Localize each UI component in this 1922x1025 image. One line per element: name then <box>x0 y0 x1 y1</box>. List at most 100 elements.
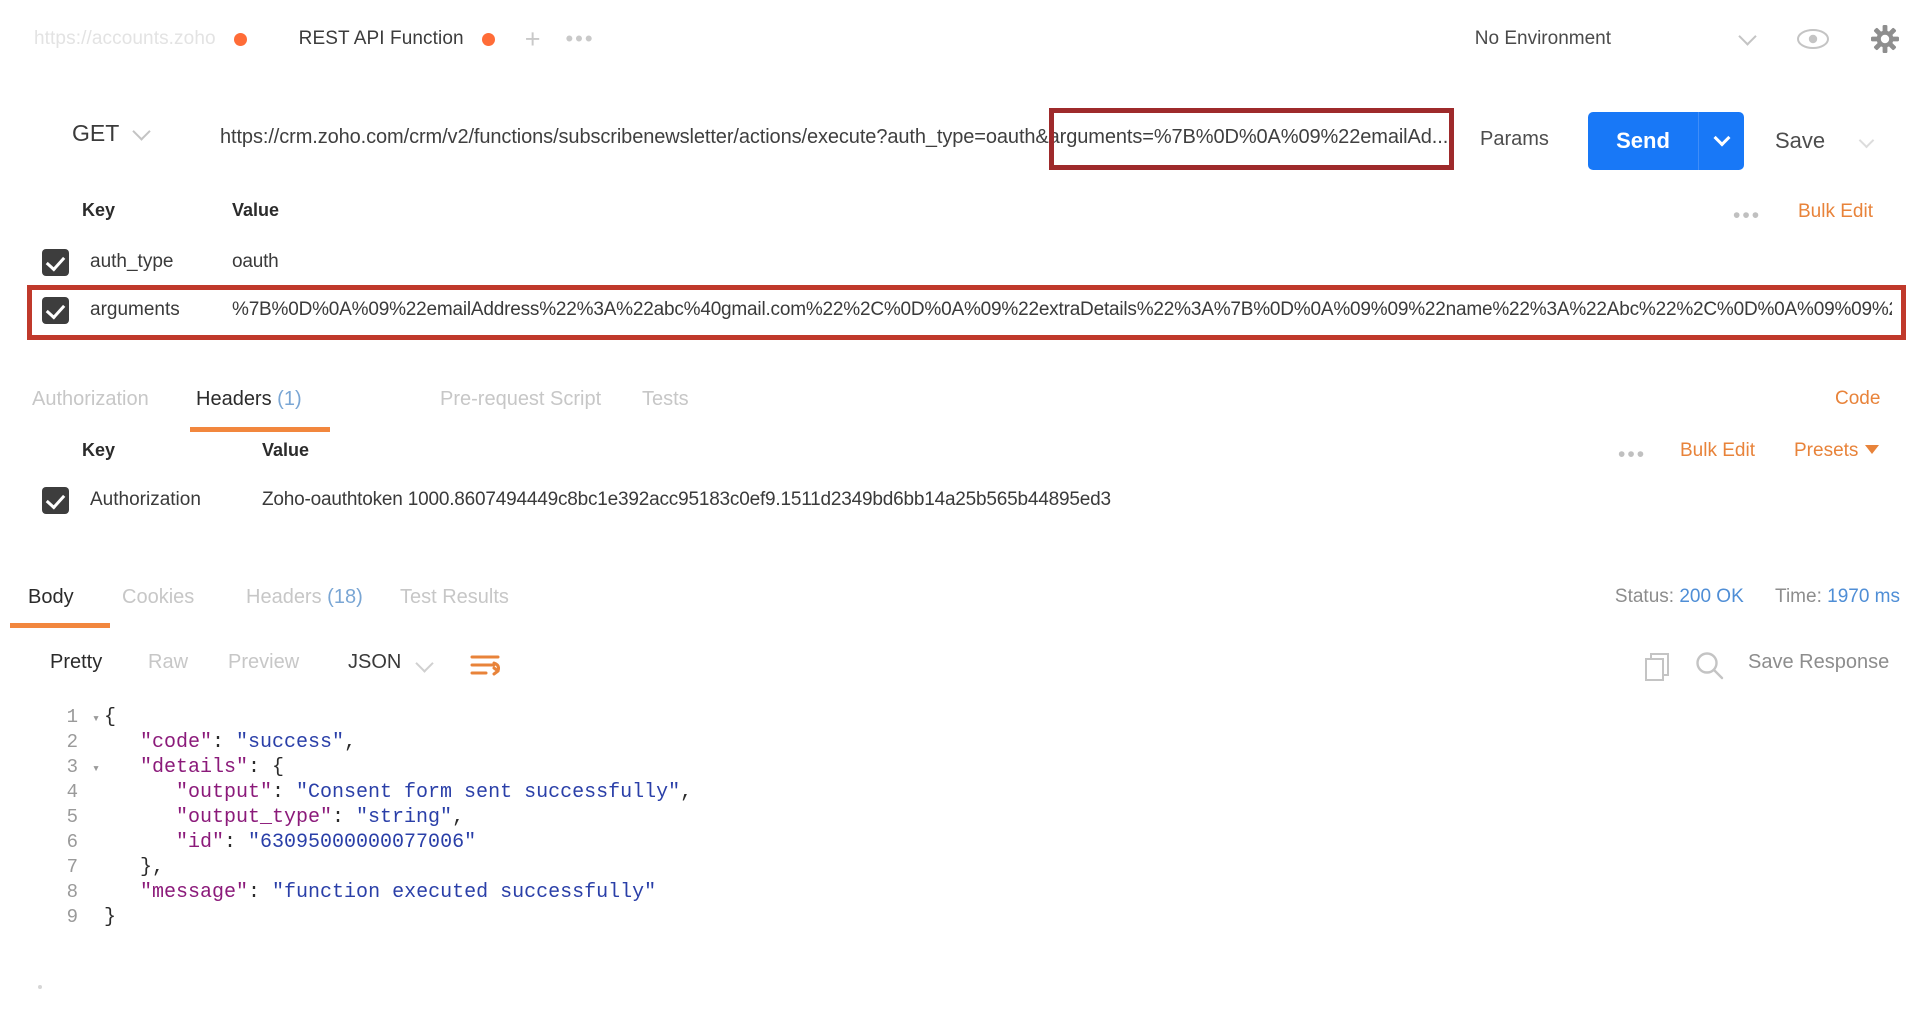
line-number: 6 <box>66 831 78 853</box>
save-request-button[interactable]: Save <box>1775 128 1825 154</box>
tab-headers-label: Headers <box>196 388 272 410</box>
param-value[interactable]: oauth <box>232 251 1892 273</box>
json-line-content: { <box>104 706 116 729</box>
json-line: 1 ▾{ <box>0 705 1922 730</box>
tab-cookies[interactable]: Cookies <box>122 586 194 609</box>
json-token: , <box>680 781 693 804</box>
json-line: 6 "id": "63095000000077006" <box>0 830 1922 855</box>
tab-headers[interactable]: Headers (1) <box>196 388 302 411</box>
url-input[interactable]: https://crm.zoho.com/crm/v2/functions/su… <box>220 126 1448 149</box>
code-link[interactable]: Code <box>1835 388 1880 410</box>
header-key[interactable]: Authorization <box>90 489 201 511</box>
params-bulk-edit-button[interactable]: Bulk Edit <box>1798 201 1873 223</box>
json-token: : <box>212 731 237 754</box>
environment-selector[interactable]: No Environment <box>1475 28 1611 50</box>
json-line: 7}, <box>0 855 1922 880</box>
json-token: , <box>452 806 465 829</box>
tab-response-headers[interactable]: Headers (18) <box>246 586 363 609</box>
table-row[interactable]: auth_type oauth <box>0 240 1922 288</box>
table-row[interactable]: Authorization Zoho-oauthtoken 1000.86074… <box>0 478 1922 526</box>
json-line-content: "id": "63095000000077006" <box>104 831 476 854</box>
json-line-content: "output": "Consent form sent successfull… <box>104 781 692 804</box>
tab-tests[interactable]: Tests <box>642 388 689 411</box>
params-toggle-button[interactable]: Params <box>1480 128 1549 151</box>
json-token: "code" <box>140 731 213 754</box>
json-line: 4 "output": "Consent form sent successful… <box>0 780 1922 805</box>
tab-authorization[interactable]: Authorization <box>32 388 149 411</box>
status-badge: 200 OK <box>1679 586 1744 607</box>
view-raw-button[interactable]: Raw <box>148 651 188 674</box>
status-label: Status: <box>1614 586 1675 607</box>
param-key[interactable]: auth_type <box>90 251 173 273</box>
send-options-chevron-icon[interactable] <box>1698 112 1744 170</box>
line-number: 7 <box>66 856 78 878</box>
headers-presets-button[interactable]: Presets <box>1794 440 1880 462</box>
tab-label: https://accounts.zoho <box>34 28 216 49</box>
eye-icon[interactable] <box>1796 28 1830 50</box>
header-value[interactable]: Zoho-oauthtoken 1000.8607494449c8bc1e392… <box>262 489 1922 511</box>
workspace-tab-accounts[interactable]: https://accounts.zoho <box>34 0 247 78</box>
tab-test-results[interactable]: Test Results <box>400 586 509 609</box>
search-icon[interactable] <box>1694 650 1726 682</box>
word-wrap-icon[interactable] <box>470 653 500 679</box>
chevron-down-icon[interactable] <box>1858 132 1875 151</box>
tab-options-button[interactable]: ••• <box>565 28 594 50</box>
param-value[interactable]: %7B%0D%0A%09%22emailAddress%22%3A%22abc%… <box>232 299 1892 321</box>
chevron-down-icon[interactable] <box>1738 27 1757 48</box>
params-column-key: Key <box>82 200 116 220</box>
send-button[interactable]: Send <box>1588 112 1744 170</box>
http-method-selector[interactable]: GET <box>72 120 151 147</box>
tab-body[interactable]: Body <box>28 586 74 609</box>
response-toolbar: Pretty Raw Preview JSON Save Response <box>0 645 1922 693</box>
params-more-options-button[interactable]: ••• <box>1733 204 1761 228</box>
unsaved-dot-icon <box>481 32 495 46</box>
decorative-dot <box>38 985 42 989</box>
row-checkbox[interactable] <box>42 297 69 324</box>
json-line-content: "details": { <box>104 756 284 779</box>
http-method-label: GET <box>72 120 120 146</box>
tab-label: REST API Function <box>298 28 464 49</box>
json-token: "output" <box>176 781 273 804</box>
view-preview-button[interactable]: Preview <box>228 651 299 674</box>
headers-more-options-button[interactable]: ••• <box>1618 443 1646 467</box>
param-key[interactable]: arguments <box>90 299 180 321</box>
active-tab-indicator <box>10 623 110 628</box>
fold-caret-icon[interactable]: ▾ <box>88 756 104 781</box>
gear-icon[interactable] <box>1870 24 1900 54</box>
tab-pre-request-script[interactable]: Pre-request Script <box>440 388 601 411</box>
headers-column-key: Key <box>82 440 116 460</box>
params-column-value: Value <box>232 200 280 220</box>
request-tabs: Authorization Headers (1) Pre-request Sc… <box>0 380 1922 438</box>
json-token: }, <box>140 856 165 879</box>
json-line: 3 ▾ "details": { <box>0 755 1922 780</box>
headers-column-value: Value <box>262 440 310 460</box>
json-token: "success" <box>236 731 345 754</box>
tab-response-headers-count: (18) <box>327 586 363 608</box>
format-selector[interactable]: JSON <box>348 651 401 674</box>
json-line-content: "output_type": "string", <box>104 806 464 829</box>
copy-icon[interactable] <box>1642 650 1674 682</box>
chevron-down-icon <box>132 121 151 143</box>
table-row[interactable]: arguments %7B%0D%0A%09%22emailAddress%22… <box>0 288 1922 336</box>
json-token: : <box>248 881 273 904</box>
json-line: 8 "message": "function executed successfu… <box>0 880 1922 905</box>
view-pretty-button[interactable]: Pretty <box>50 651 102 674</box>
active-tab-indicator <box>190 427 330 432</box>
json-token: "id" <box>176 831 225 854</box>
line-number: 1 <box>66 706 78 728</box>
workspace-tab-rest-api-function[interactable]: REST API Function <box>299 0 495 78</box>
json-token: : <box>272 781 297 804</box>
response-body-json[interactable]: 1 ▾{2 "code": "success", 3 ▾ "details": {4 "ou… <box>0 705 1922 930</box>
row-checkbox[interactable] <box>42 249 69 276</box>
new-tab-button[interactable]: + <box>525 25 541 53</box>
json-token: "function executed successfully" <box>272 881 657 904</box>
fold-caret-icon[interactable]: ▾ <box>88 706 104 731</box>
chevron-down-icon[interactable] <box>415 654 434 675</box>
save-response-button[interactable]: Save Response <box>1748 651 1889 674</box>
json-line: 9} <box>0 905 1922 930</box>
row-checkbox[interactable] <box>42 487 69 514</box>
json-line-content: }, <box>104 856 164 879</box>
headers-bulk-edit-button[interactable]: Bulk Edit <box>1680 440 1755 462</box>
json-line-content: "message": "function executed successful… <box>104 881 656 904</box>
response-status-bar: Status: 200 OK Time: 1970 ms <box>1615 586 1900 608</box>
